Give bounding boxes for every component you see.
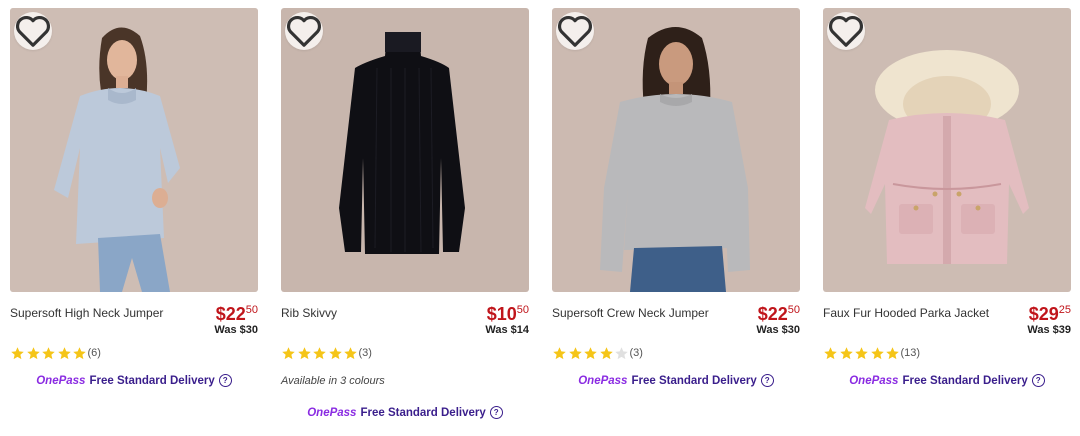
product-title[interactable]: Supersoft High Neck Jumper [10, 306, 200, 320]
was-price: Was $14 [485, 324, 529, 336]
review-count: (6) [87, 347, 101, 359]
onepass-logo: OnePass [849, 374, 899, 387]
star-filled-icon [886, 346, 899, 359]
help-icon[interactable]: ? [1031, 374, 1045, 387]
delivery-text: Free Standard Delivery [360, 406, 486, 419]
help-icon[interactable]: ? [489, 406, 503, 419]
product-image[interactable] [10, 8, 258, 292]
star-filled-icon [42, 346, 55, 359]
was-price: Was $39 [1027, 324, 1071, 336]
product-price: $2925 [1028, 304, 1071, 324]
onepass-delivery: OnePass Free Standard Delivery ? [10, 374, 258, 387]
star-rating [281, 346, 359, 361]
star-filled-icon [824, 346, 837, 359]
star-filled-icon [57, 346, 71, 359]
review-count: (3) [358, 347, 372, 359]
product-rating[interactable]: (6) [10, 345, 101, 361]
star-rating [552, 346, 630, 361]
onepass-delivery: OnePass Free Standard Delivery ? [552, 374, 800, 387]
product-image[interactable] [281, 8, 529, 292]
product-image[interactable] [552, 8, 800, 292]
product-image[interactable] [823, 8, 1071, 292]
star-filled-icon [839, 346, 853, 359]
product-title[interactable]: Rib Skivvy [281, 306, 471, 320]
star-filled-icon [313, 346, 326, 359]
star-filled-icon [599, 346, 613, 359]
product-card[interactable]: Rib Skivvy $1050 Was $14 (3) Available i… [281, 8, 529, 428]
product-price: $1050 [486, 304, 529, 324]
star-filled-icon [344, 346, 357, 359]
onepass-logo: OnePass [36, 374, 86, 387]
product-price: $2250 [215, 304, 258, 324]
wishlist-heart-button[interactable] [827, 12, 865, 50]
product-title[interactable]: Supersoft Crew Neck Jumper [552, 306, 742, 320]
wishlist-heart-button[interactable] [285, 12, 323, 50]
heart-icon [287, 15, 321, 47]
product-rating[interactable]: (3) [552, 345, 643, 361]
review-count: (13) [900, 347, 921, 359]
star-filled-icon [328, 346, 342, 359]
onepass-delivery: OnePass Free Standard Delivery ? [281, 406, 529, 419]
star-filled-icon [26, 346, 40, 359]
heart-icon [558, 15, 592, 47]
product-card[interactable]: Supersoft High Neck Jumper $2250 Was $30… [10, 8, 258, 428]
star-filled-icon [870, 346, 884, 359]
wishlist-heart-button[interactable] [556, 12, 594, 50]
product-title[interactable]: Faux Fur Hooded Parka Jacket [823, 306, 1013, 320]
star-rating [10, 346, 88, 361]
product-card[interactable]: Supersoft Crew Neck Jumper $2250 Was $30… [552, 8, 800, 428]
star-filled-icon [11, 346, 24, 359]
star-empty-icon [615, 346, 628, 359]
onepass-logo: OnePass [307, 406, 357, 419]
review-count: (3) [629, 347, 643, 359]
delivery-text: Free Standard Delivery [631, 374, 757, 387]
help-icon[interactable]: ? [218, 374, 232, 387]
star-rating [823, 346, 901, 361]
delivery-text: Free Standard Delivery [89, 374, 215, 387]
product-grid: Supersoft High Neck Jumper $2250 Was $30… [0, 0, 1080, 436]
star-filled-icon [584, 346, 597, 359]
star-filled-icon [855, 346, 868, 359]
product-price: $2250 [757, 304, 800, 324]
available-colours: Available in 3 colours [281, 375, 385, 387]
product-card[interactable]: Faux Fur Hooded Parka Jacket $2925 Was $… [823, 8, 1071, 428]
star-filled-icon [553, 346, 566, 359]
star-filled-icon [73, 346, 86, 359]
star-filled-icon [297, 346, 311, 359]
product-rating[interactable]: (13) [823, 345, 920, 361]
star-filled-icon [282, 346, 295, 359]
product-rating[interactable]: (3) [281, 345, 372, 361]
was-price: Was $30 [214, 324, 258, 336]
delivery-text: Free Standard Delivery [902, 374, 1028, 387]
wishlist-heart-button[interactable] [14, 12, 52, 50]
onepass-delivery: OnePass Free Standard Delivery ? [823, 374, 1071, 387]
help-icon[interactable]: ? [760, 374, 774, 387]
star-filled-icon [568, 346, 582, 359]
onepass-logo: OnePass [578, 374, 628, 387]
was-price: Was $30 [756, 324, 800, 336]
heart-icon [829, 15, 863, 47]
heart-icon [16, 15, 50, 47]
